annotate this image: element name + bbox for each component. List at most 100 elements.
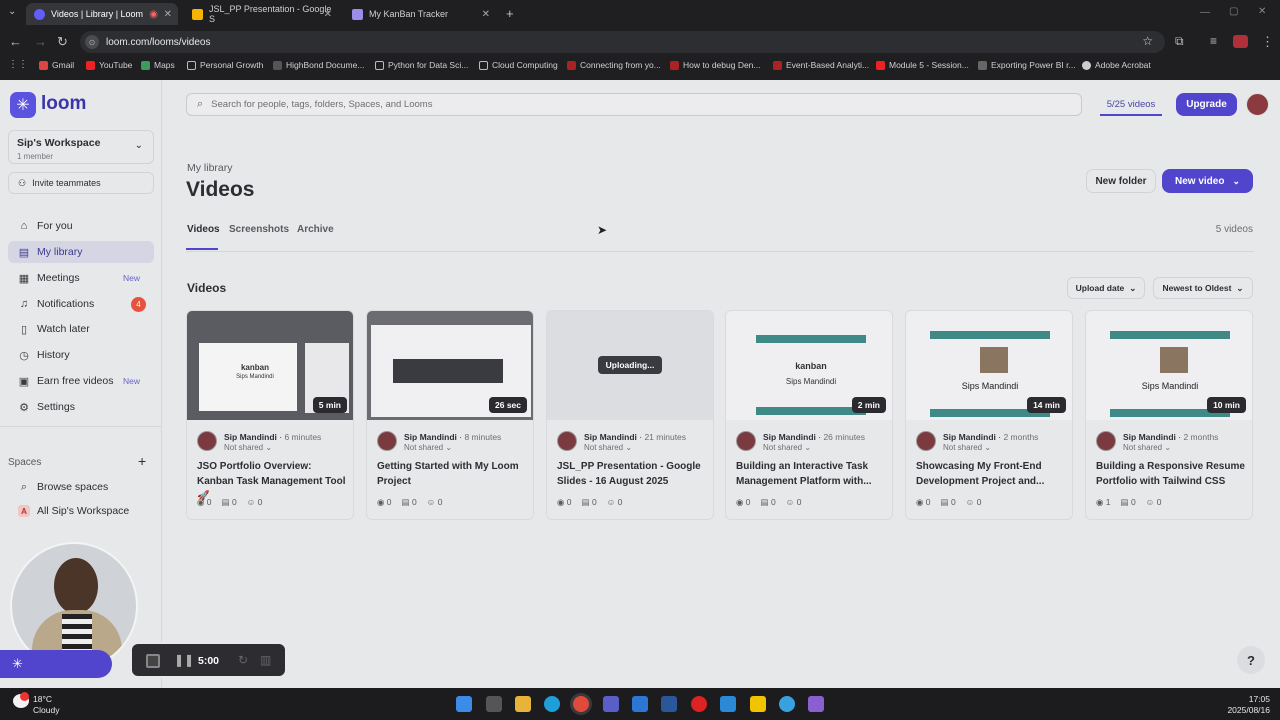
breadcrumb[interactable]: My library [187,162,233,174]
powerbi-icon[interactable] [750,696,766,712]
bookmark-connecting[interactable]: Connecting from yo... [567,60,661,70]
sort-order-dropdown[interactable]: Newest to Oldest ⌄ [1153,277,1253,299]
media-icon[interactable]: ≡ [1210,34,1217,48]
browser-tab-kanban[interactable]: My KanBan Tracker ✕ [344,3,496,25]
close-tab-icon[interactable]: ✕ [482,9,490,20]
video-card[interactable]: kanban Sips Mandindi 2 min Sip Mandindi … [725,310,893,520]
share-status[interactable]: Not shared ⌄ [763,443,811,452]
tab-list-icon[interactable]: ⌄ [8,6,16,17]
sidebar-item-my-library[interactable]: ▤ My library [8,241,154,263]
tab-screenshots[interactable]: Screenshots [229,224,289,235]
windows-start-icon[interactable] [456,696,472,712]
word-icon[interactable] [661,696,677,712]
share-status[interactable]: Not shared ⌄ [404,443,452,452]
minimize-icon[interactable]: — [1200,7,1210,18]
sidebar-item-watch-later[interactable]: ▯ Watch later [8,318,154,340]
reload-icon[interactable]: ↻ [57,34,68,50]
upgrade-button[interactable]: Upgrade [1176,93,1237,116]
sidebar-item-for-you[interactable]: ⌂ For you [8,215,154,237]
workspace-switcher[interactable]: Sip's Workspace 1 member ⌄ [8,130,154,164]
bookmark-powerbi[interactable]: Exporting Power BI r... [978,60,1076,70]
video-thumbnail[interactable]: Sips Mandindi 14 min [906,311,1072,420]
address-bar[interactable]: ⊙ loom.com/looms/videos ☆ [80,31,1165,53]
edge-icon[interactable] [544,696,560,712]
loom-logo-icon[interactable]: ✳ [10,92,36,118]
bookmark-module[interactable]: Module 5 - Session... [876,60,969,70]
video-title[interactable]: Getting Started with My Loom Project [377,459,529,489]
onedrive-icon[interactable] [779,696,795,712]
outlook-icon[interactable] [632,696,648,712]
search-bar[interactable]: ⌕ Search for people, tags, folders, Spac… [186,93,1082,116]
bookmark-folder[interactable]: Cloud Computing [479,60,558,70]
video-thumbnail[interactable]: Sips Mandindi 10 min [1086,311,1252,420]
tab-archive[interactable]: Archive [297,224,334,235]
tab-videos[interactable]: Videos [187,224,220,235]
share-status[interactable]: Not shared ⌄ [584,443,632,452]
share-status[interactable]: Not shared ⌄ [224,443,272,452]
clock-date[interactable]: 2025/08/16 [1210,705,1270,715]
video-card[interactable]: 26 sec Sip Mandindi · 8 minutes Not shar… [366,310,534,520]
video-card[interactable]: kanban Sips Mandindi 5 min Sip Mandindi … [186,310,354,520]
stop-recording-icon[interactable] [146,654,160,668]
new-tab-icon[interactable]: + [506,6,514,21]
restart-icon[interactable]: ↻ [238,653,248,667]
forward-icon[interactable]: → [34,34,47,49]
share-status[interactable]: Not shared ⌄ [1123,443,1171,452]
browser-tab-slides[interactable]: JSL_PP Presentation - Google S ✕ [184,3,338,25]
share-status[interactable]: Not shared ⌄ [943,443,991,452]
bookmark-highbond[interactable]: HighBond Docume... [273,60,364,70]
pause-icon[interactable]: ❚❚ [174,653,194,667]
sidebar-item-earn-free-videos[interactable]: ▣ Earn free videos New [8,370,154,392]
video-card[interactable]: Sips Mandindi 10 min Sip Mandindi · 2 mo… [1085,310,1253,520]
sidebar-item-all-workspace[interactable]: A All Sip's Workspace [8,500,154,522]
video-title[interactable]: Building a Responsive Resume Portfolio w… [1096,459,1248,489]
bookmark-star-icon[interactable]: ☆ [1142,34,1153,48]
close-window-icon[interactable]: ✕ [1258,6,1266,17]
chrome-icon[interactable] [573,696,589,712]
help-button[interactable]: ? [1237,646,1265,674]
bookmark-analytics[interactable]: Event-Based Analyti... [773,60,869,70]
sidebar-item-browse-spaces[interactable]: ⌕ Browse spaces [8,476,154,498]
teams-icon[interactable] [603,696,619,712]
browser-tab-loom[interactable]: Videos | Library | Loom ◉ ✕ [26,3,178,25]
maximize-icon[interactable]: ▢ [1229,6,1238,17]
weather-desc[interactable]: Cloudy [33,705,59,715]
add-space-icon[interactable]: + [138,453,146,469]
bookmark-folder[interactable]: Python for Data Sci... [375,60,468,70]
profile-extension-icon[interactable] [1233,35,1248,48]
video-thumbnail[interactable]: kanban Sips Mandindi 2 min [726,311,892,420]
vscode-icon[interactable] [720,696,736,712]
video-card[interactable]: Uploading... Sip Mandindi · 21 minutes N… [546,310,714,520]
file-explorer-icon[interactable] [515,696,531,712]
clock-time[interactable]: 17:05 [1220,694,1270,704]
user-avatar[interactable] [1246,93,1269,116]
new-video-button[interactable]: New video ⌄ [1162,169,1253,193]
extensions-icon[interactable]: ⧉ [1175,34,1184,49]
menu-kebab-icon[interactable]: ⋮ [1261,34,1274,50]
weather-temp[interactable]: 18°C [33,694,52,704]
invite-teammates-button[interactable]: ⚇ Invite teammates [8,172,154,194]
apps-icon[interactable]: ⋮⋮ [8,59,28,70]
sidebar-item-history[interactable]: ◷ History [8,344,154,366]
bookmark-acrobat[interactable]: Adobe Acrobat [1082,60,1151,70]
bookmark-youtube[interactable]: YouTube [86,60,132,70]
new-folder-button[interactable]: New folder [1086,169,1156,193]
recorder-icon[interactable] [691,696,707,712]
record-tab[interactable]: ✳ [0,650,112,678]
sidebar-item-settings[interactable]: ⚙ Settings [8,396,154,418]
video-thumbnail[interactable]: 26 sec [367,311,533,420]
task-view-icon[interactable] [486,696,502,712]
bookmark-folder[interactable]: Personal Growth [187,60,263,70]
video-quota[interactable]: 5/25 videos [1100,94,1162,116]
close-tab-icon[interactable]: ✕ [324,9,332,20]
site-info-icon[interactable]: ⊙ [85,35,99,49]
sidebar-item-meetings[interactable]: ▦ Meetings New [8,267,154,289]
sidebar-item-notifications[interactable]: ♫ Notifications 4 [8,293,154,315]
video-title[interactable]: JSL_PP Presentation - Google Slides - 16… [557,459,709,489]
video-title[interactable]: Showcasing My Front-End Development Proj… [916,459,1068,489]
video-card[interactable]: Sips Mandindi 14 min Sip Mandindi · 2 mo… [905,310,1073,520]
bookmark-debug[interactable]: How to debug Den... [670,60,761,70]
back-icon[interactable]: ← [9,34,22,49]
logo-text[interactable]: loom [41,93,86,115]
trash-icon[interactable]: ▥ [260,653,271,667]
